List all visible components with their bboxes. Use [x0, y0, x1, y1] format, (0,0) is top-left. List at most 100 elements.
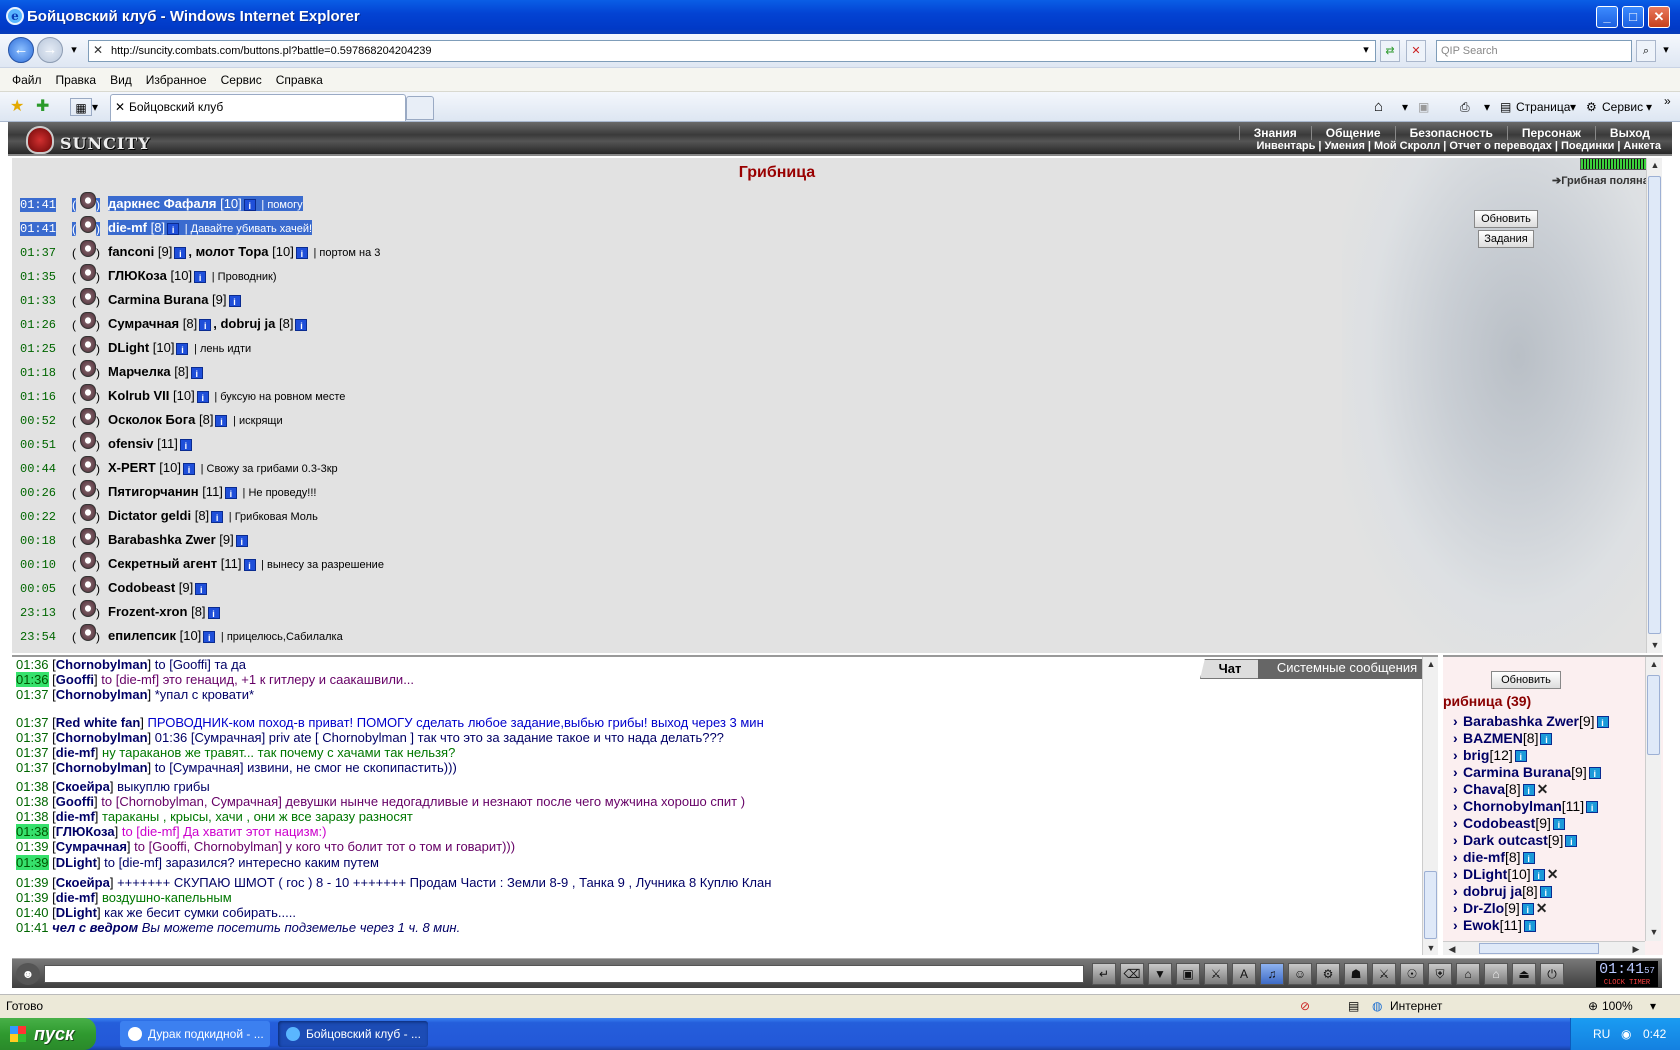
zoom-level[interactable]: 100% [1602, 999, 1633, 1013]
player-name[interactable]: fanconi [108, 244, 154, 259]
chat-nick[interactable]: Chornobylman [56, 760, 148, 775]
chat-scroll-thumb[interactable] [1424, 871, 1437, 939]
online-user[interactable]: Chava[8]i✕ [1453, 781, 1548, 798]
align-badge-icon[interactable] [80, 360, 96, 377]
info-icon[interactable]: i [196, 390, 209, 403]
chat-nick[interactable]: Gooffi [56, 794, 94, 809]
online-user-name[interactable]: Codobeast [1463, 815, 1535, 831]
info-icon[interactable]: i [243, 198, 256, 211]
chat-time[interactable]: 01:37 [16, 745, 49, 760]
align-badge-icon[interactable] [80, 432, 96, 449]
online-user[interactable]: Dr-Zlo[9]i✕ [1453, 900, 1547, 917]
tasks-button[interactable]: Задания [1478, 230, 1534, 248]
protected-mode-icon[interactable]: ▤ [1348, 999, 1359, 1013]
player-name[interactable]: DLight [108, 340, 149, 355]
online-user[interactable]: Chornobylman[11]i [1453, 798, 1600, 814]
align-badge-icon[interactable] [80, 504, 96, 521]
align-badge-icon[interactable] [80, 312, 96, 329]
online-user-name[interactable]: Dr-Zlo [1463, 900, 1504, 916]
online-user[interactable]: BAZMEN[8]i [1453, 730, 1554, 746]
service-menu[interactable]: Сервис [1602, 98, 1643, 116]
player-name[interactable]: Frozent-xron [108, 604, 187, 619]
chat-time[interactable]: 01:38 [16, 794, 49, 809]
stop-icon[interactable]: ✕ [1406, 40, 1426, 62]
close-button[interactable]: ✕ [1648, 6, 1670, 28]
music-icon[interactable]: ♫ [1260, 963, 1284, 985]
online-user-name[interactable]: dobruj ja [1463, 883, 1522, 899]
align-badge-icon[interactable] [80, 552, 96, 569]
search-input[interactable]: QIP Search [1436, 40, 1632, 62]
taskbar-item-durak[interactable]: Дурак подкидной - ... [120, 1021, 270, 1047]
tab-fight-club[interactable]: ✕ Бойцовский клуб [110, 94, 406, 121]
online-user[interactable]: Dark outcast[9]i [1453, 832, 1579, 848]
location-widget[interactable]: ➔Грибная поляна [1552, 158, 1657, 188]
online-user[interactable]: Carmina Burana[9]i [1453, 764, 1603, 780]
online-hscroll-thumb[interactable] [1479, 943, 1599, 954]
tray-app-icon[interactable]: ◉ [1621, 1018, 1631, 1050]
player-name[interactable]: X-PERT [108, 460, 156, 475]
chat-nick[interactable]: DLight [56, 855, 97, 870]
eraser-icon[interactable]: ⌫ [1120, 963, 1144, 985]
menu-profile[interactable]: Анкета [1620, 140, 1664, 152]
start-button[interactable]: пуск [0, 1018, 96, 1050]
feeds-icon[interactable]: ▣ [1418, 98, 1429, 116]
menu-help[interactable]: Справка [269, 68, 330, 92]
online-user[interactable]: Ewok[11]i [1453, 917, 1538, 933]
info-icon[interactable]: i [1532, 869, 1545, 882]
online-refresh-button[interactable]: Обновить [1491, 671, 1561, 689]
smiles-icon[interactable]: ☻ [16, 963, 40, 985]
menu-security[interactable]: Безопасность [1394, 126, 1507, 140]
player-name[interactable]: Kolrub VII [108, 388, 169, 403]
player-name[interactable]: dobruj ja [220, 316, 275, 331]
menu-skills[interactable]: Умения [1322, 140, 1368, 152]
lock-icon[interactable]: ⌂ [1456, 963, 1480, 985]
zoom-dropdown-icon[interactable]: ▾ [1650, 999, 1656, 1013]
player-name[interactable]: Dictator geldi [108, 508, 191, 523]
align-badge-icon[interactable] [80, 336, 96, 353]
history-dropdown-icon[interactable]: ▾ [64, 40, 84, 62]
scroll-thumb[interactable] [1648, 176, 1661, 634]
info-icon[interactable]: i [182, 462, 195, 475]
sword-icon[interactable]: ⚔ [1372, 963, 1396, 985]
url-dropdown-icon[interactable]: ▾ [1356, 40, 1376, 62]
smile-picker-icon[interactable]: ☺ [1288, 963, 1312, 985]
info-icon[interactable]: i [174, 246, 187, 259]
info-icon[interactable]: i [179, 438, 192, 451]
house-icon[interactable]: ⌂ [1484, 963, 1508, 985]
info-icon[interactable]: i [243, 558, 256, 571]
online-user-name[interactable]: Dark outcast [1463, 832, 1548, 848]
chat-nick[interactable]: чел с ведром [52, 920, 138, 935]
info-icon[interactable]: i [295, 318, 308, 331]
info-icon[interactable]: i [215, 414, 228, 427]
chat-input[interactable] [44, 965, 1084, 983]
chat-nick[interactable]: DLight [56, 905, 97, 920]
chat-nick[interactable]: die-mf [56, 745, 95, 760]
tab-list-dropdown-icon[interactable]: ▾ [92, 98, 98, 116]
player-name[interactable]: Пятигорчанин [108, 484, 199, 499]
minimize-button[interactable]: _ [1596, 6, 1618, 28]
refresh-icon[interactable]: ⇄ [1380, 40, 1400, 62]
align-badge-icon[interactable] [80, 528, 96, 545]
info-icon[interactable]: i [235, 534, 248, 547]
info-icon[interactable]: i [1523, 920, 1536, 933]
online-scrollbar[interactable]: ▲ ▼ [1645, 657, 1661, 941]
menu-character[interactable]: Персонаж [1506, 126, 1595, 140]
settings-icon[interactable]: ⚙ [1316, 963, 1340, 985]
player-name[interactable]: Codobeast [108, 580, 175, 595]
page-dropdown-icon[interactable]: ▾ [1570, 98, 1576, 116]
popup-blocked-icon[interactable]: ⊘ [1300, 999, 1310, 1013]
online-user[interactable]: die-mf[8]i [1453, 849, 1537, 865]
info-icon[interactable]: i [203, 630, 216, 643]
chat-time[interactable]: 01:37 [16, 687, 49, 702]
online-scroll-thumb[interactable] [1647, 675, 1660, 755]
chat-nick[interactable]: Chornobylman [56, 657, 148, 672]
online-user-name[interactable]: Barabashka Zwer [1463, 713, 1579, 729]
chat-time[interactable]: 01:38 [16, 824, 49, 839]
online-user[interactable]: dobruj ja[8]i [1453, 883, 1554, 899]
online-user[interactable]: Barabashka Zwer[9]i [1453, 713, 1611, 729]
online-user[interactable]: Codobeast[9]i [1453, 815, 1567, 831]
info-icon[interactable]: i [1539, 886, 1552, 899]
info-icon[interactable]: i [1586, 801, 1599, 814]
favorites-star-icon[interactable]: ★ [10, 98, 24, 116]
chat-time[interactable]: 01:37 [16, 715, 49, 730]
